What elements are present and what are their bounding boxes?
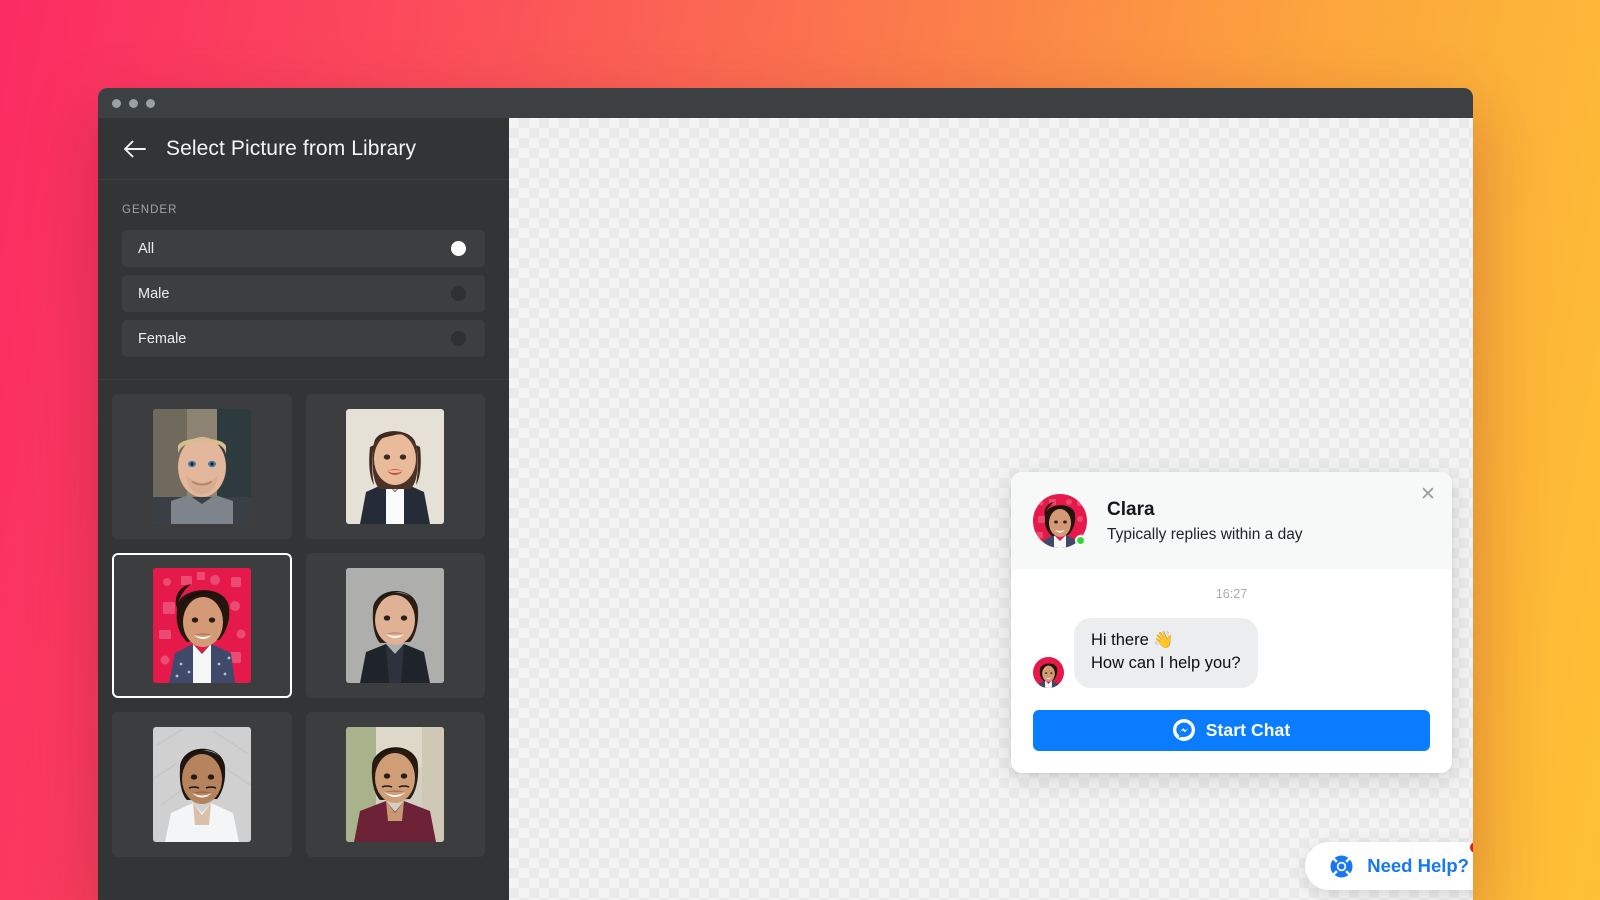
chat-message-bubble: Hi there 👋 How can I help you? [1074,618,1258,688]
picture-thumbnail-grid [98,380,509,900]
thumbnail-item[interactable] [305,394,485,539]
thumbnail-item[interactable] [305,712,485,857]
need-help-button[interactable]: Need Help? [1305,842,1473,890]
message-line-2: How can I help you? [1091,654,1241,673]
window-body: Select Picture from Library GENDER All M… [98,118,1473,900]
start-chat-button[interactable]: Start Chat [1033,709,1430,751]
close-dot[interactable] [112,98,121,108]
need-help-label: Need Help? [1367,855,1469,876]
lifebuoy-icon [1329,854,1354,879]
messenger-icon [1172,719,1195,742]
page-title: Select Picture from Library [166,136,417,160]
gender-option-male-label: Male [138,285,170,302]
minimize-dot[interactable] [129,98,138,108]
radio-dot-icon[interactable] [451,241,466,256]
chat-widget-header: ✕ Clara Typically replies within a day [1011,472,1452,569]
message-timestamp: 16:27 [1215,587,1248,601]
portrait-image [152,409,251,524]
online-status-indicator [1075,535,1086,546]
thumbnail-item[interactable] [305,553,485,698]
thumbnail-item[interactable] [112,712,292,857]
chat-message-row: Hi there 👋 How can I help you? [1033,618,1430,688]
app-window: Select Picture from Library GENDER All M… [98,88,1473,900]
sidebar-header: Select Picture from Library [98,118,509,180]
radio-dot-icon[interactable] [451,286,466,301]
arrow-left-icon[interactable] [122,136,148,162]
maximize-dot[interactable] [146,98,155,108]
gender-filter-label: GENDER [122,204,178,216]
message-line-1: Hi there 👋 [1091,631,1174,649]
picture-library-sidebar: Select Picture from Library GENDER All M… [98,118,509,900]
gender-option-male[interactable]: Male [122,275,485,312]
portrait-image [346,409,445,524]
portrait-image [346,727,445,842]
agent-avatar-wrapper [1033,494,1087,548]
gender-option-female[interactable]: Female [122,320,485,357]
thumbnail-item[interactable] [112,394,292,539]
close-icon[interactable]: ✕ [1418,484,1438,504]
window-title-bar [98,88,1473,118]
notification-badge [1470,842,1473,853]
gender-option-all-label: All [138,240,155,257]
agent-status: Typically replies within a day [1107,525,1303,543]
radio-dot-icon[interactable] [451,331,466,346]
thumbnail-item-selected[interactable] [112,553,292,698]
portrait-image [152,568,251,683]
gender-option-all[interactable]: All [122,230,485,267]
chat-widget-body: 16:27 Hi there 👋 How can I help you? Sta… [1011,569,1452,773]
portrait-image [152,727,251,842]
gender-option-female-label: Female [138,330,187,347]
agent-name: Clara [1107,499,1155,521]
message-avatar [1033,656,1064,688]
messenger-chat-widget: ✕ Clara Typically replies within a day 1… [1011,472,1452,773]
design-canvas[interactable]: ✕ Clara Typically replies within a day 1… [509,118,1473,900]
gender-filter-section: GENDER All Male Female [98,180,509,380]
agent-info: Clara Typically replies within a day [1107,498,1303,544]
portrait-image [346,568,445,683]
start-chat-label: Start Chat [1205,719,1291,740]
